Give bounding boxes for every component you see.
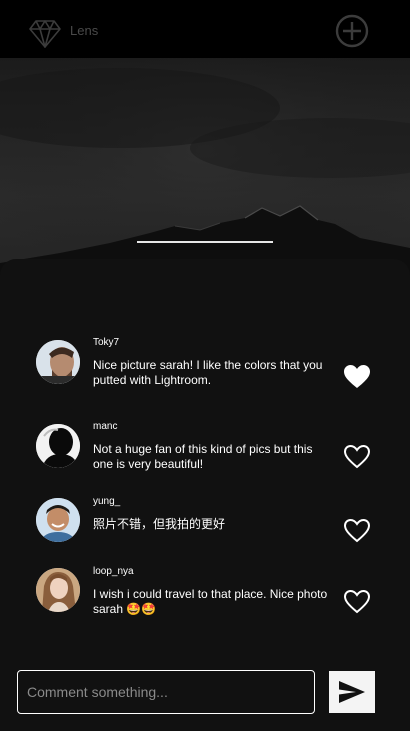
- comment-input[interactable]: [18, 671, 314, 713]
- comment-input-wrapper: [17, 670, 315, 714]
- heart-outline-icon[interactable]: [343, 444, 371, 470]
- diamond-icon: [29, 20, 61, 48]
- mountain-landscape: [0, 58, 410, 288]
- heart-outline-icon[interactable]: [343, 518, 371, 544]
- heart-filled-icon[interactable]: [343, 364, 371, 390]
- avatar[interactable]: [36, 498, 80, 542]
- comments-sheet: [0, 259, 410, 731]
- send-button[interactable]: [329, 671, 375, 713]
- add-post-button[interactable]: [335, 14, 369, 48]
- comment-username[interactable]: Toky7: [93, 337, 119, 348]
- app-name: Lens: [70, 23, 99, 38]
- comment-text: Not a huge fan of this kind of pics but …: [93, 442, 313, 471]
- avatar[interactable]: [36, 340, 80, 384]
- send-arrow-icon: [339, 681, 365, 703]
- post-photo: [0, 58, 410, 288]
- comment-username[interactable]: manc: [93, 421, 117, 432]
- comment-username[interactable]: yung_: [93, 496, 120, 507]
- comment-text: I wish i could travel to that place. Nic…: [93, 587, 328, 616]
- comment-text: 照片不错，但我拍的更好: [93, 517, 226, 531]
- avatar[interactable]: [36, 424, 80, 468]
- heart-outline-icon[interactable]: [343, 589, 371, 615]
- sheet-drag-handle[interactable]: [137, 241, 273, 243]
- comment-text: Nice picture sarah! I like the colors th…: [93, 358, 323, 387]
- top-bar: Lens: [0, 0, 410, 58]
- avatar[interactable]: [36, 568, 80, 612]
- comment-username[interactable]: loop_nya: [93, 566, 134, 577]
